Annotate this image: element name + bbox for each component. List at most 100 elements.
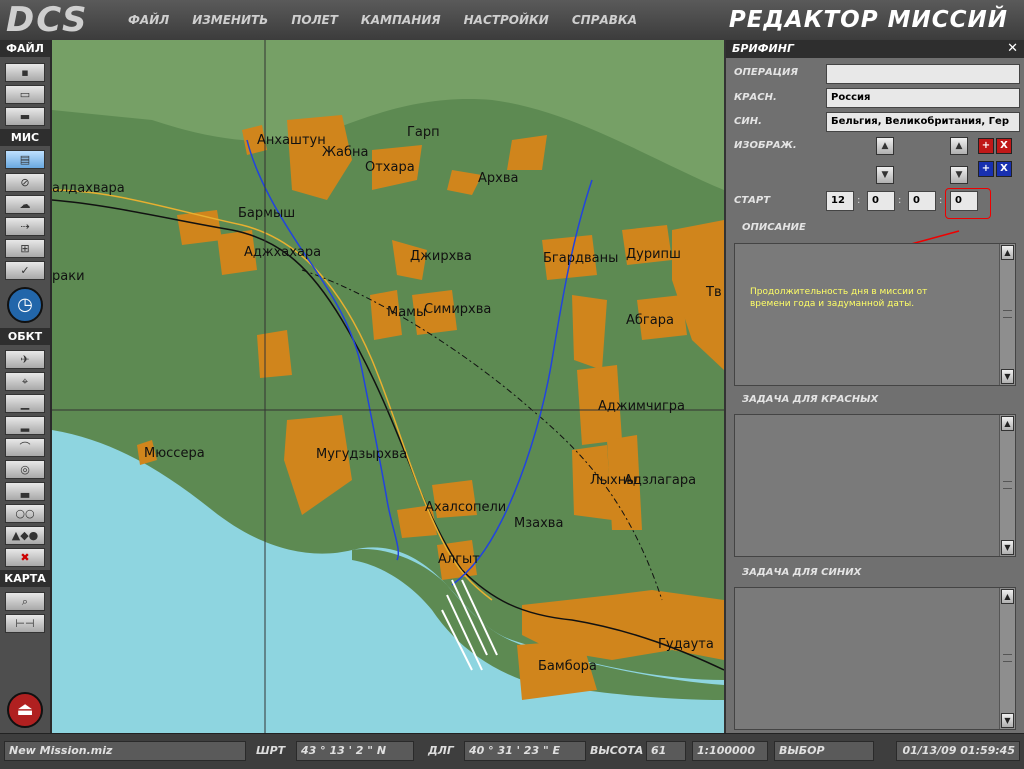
start-seconds-field[interactable]: 0 xyxy=(908,191,936,211)
shapes-icon[interactable]: ▲◆● xyxy=(5,526,45,545)
red-task-scrollbar[interactable]: ▲ ▼ xyxy=(999,415,1015,556)
highlight-box xyxy=(945,188,991,219)
file-section-header: ФАЙЛ xyxy=(0,40,50,57)
goals-icon[interactable]: ⊞ xyxy=(5,239,45,258)
blue-coalition-field[interactable]: Бельгия, Великобритания, Гер xyxy=(826,112,1020,132)
check-icon[interactable]: ✓ xyxy=(5,261,45,280)
add-red-image-button[interactable]: + xyxy=(978,138,994,154)
menu-settings[interactable]: НАСТРОЙКИ xyxy=(464,12,549,28)
zoom-icon[interactable]: ⌕ xyxy=(5,592,45,611)
red-coalition-label: КРАСН. xyxy=(734,92,777,103)
ship-icon[interactable]: ▁ xyxy=(5,394,45,413)
map-scale[interactable]: 1:100000 xyxy=(692,741,768,761)
image-blue-select-icon[interactable]: ▼ xyxy=(950,166,968,184)
scroll-down-icon[interactable]: ▼ xyxy=(1001,540,1014,555)
longitude-value: 40 ° 31 ' 23 " E xyxy=(464,741,586,761)
target-icon[interactable]: ◎ xyxy=(5,460,45,479)
mission-filename: New Mission.miz xyxy=(4,741,246,761)
blue-task-scrollbar[interactable]: ▲ ▼ xyxy=(999,588,1015,729)
map-label: Архва xyxy=(478,171,519,186)
operation-field[interactable] xyxy=(826,64,1020,84)
scroll-grip[interactable] xyxy=(1003,481,1012,489)
map-label: Джирхва xyxy=(410,249,472,264)
scroll-up-icon[interactable]: ▲ xyxy=(1001,589,1014,604)
main-menu: ФАЙЛ ИЗМЕНИТЬ ПОЛЕТ КАМПАНИЯ НАСТРОЙКИ С… xyxy=(128,12,660,28)
map-label: Мамы xyxy=(387,305,427,320)
description-scrollbar[interactable]: ▲ ▼ xyxy=(999,244,1015,385)
red-coalition-field[interactable]: Россия xyxy=(826,88,1020,108)
clock-icon[interactable]: ◷ xyxy=(7,287,43,323)
title-bar: DCS ФАЙЛ ИЗМЕНИТЬ ПОЛЕТ КАМПАНИЯ НАСТРОЙ… xyxy=(0,0,1024,41)
blue-coalition-label: СИН. xyxy=(734,116,762,127)
helicopter-icon[interactable]: ⌖ xyxy=(5,372,45,391)
red-task-label: ЗАДАЧА ДЛЯ КРАСНЫХ xyxy=(742,394,879,405)
exit-icon[interactable]: ⏏ xyxy=(7,692,43,728)
menu-file[interactable]: ФАЙЛ xyxy=(128,12,169,28)
group-icon[interactable]: ○○ xyxy=(5,504,45,523)
plane-icon[interactable]: ✈ xyxy=(5,350,45,369)
map-section-header: КАРТА xyxy=(0,570,50,587)
add-blue-image-button[interactable]: + xyxy=(978,161,994,177)
scroll-grip[interactable] xyxy=(1003,654,1012,662)
map-canvas xyxy=(52,40,724,733)
map-label: Бгардваны xyxy=(543,251,619,266)
start-minutes-field[interactable]: 0 xyxy=(867,191,895,211)
close-icon[interactable]: ✕ xyxy=(1007,40,1018,58)
scroll-down-icon[interactable]: ▼ xyxy=(1001,713,1014,728)
red-task-textarea[interactable]: ▲ ▼ xyxy=(734,414,1016,557)
map-label: Ахалсопели xyxy=(425,500,507,515)
altitude-label: ВЫСОТА xyxy=(590,744,644,757)
briefing-title: БРИФИНГ xyxy=(726,40,1024,58)
latitude-label: ШРТ xyxy=(256,744,286,757)
remove-blue-image-button[interactable]: X xyxy=(996,161,1012,177)
map-label: Бармыш xyxy=(238,206,296,221)
save-icon[interactable]: ▬ xyxy=(5,107,45,126)
latitude-value: 43 ° 13 ' 2 " N xyxy=(296,741,414,761)
static-object-icon[interactable]: ▃ xyxy=(5,482,45,501)
menu-campaign[interactable]: КАМПАНИЯ xyxy=(361,12,441,28)
map-label: Гарп xyxy=(407,125,440,140)
scroll-up-icon[interactable]: ▲ xyxy=(1001,416,1014,431)
image-blue-down-icon[interactable]: ▼ xyxy=(876,166,894,184)
time-separator: : xyxy=(857,195,861,206)
image-red-select-icon[interactable]: ▲ xyxy=(950,137,968,155)
map-label: Мюссера xyxy=(144,446,205,461)
map-label: Тв xyxy=(706,285,722,300)
app-title: РЕДАКТОР МИССИЙ xyxy=(728,7,1008,33)
failures-icon[interactable]: ⊘ xyxy=(5,173,45,192)
scroll-down-icon[interactable]: ▼ xyxy=(1001,369,1014,384)
map-label: Адзлагара xyxy=(624,473,697,488)
ruler-icon[interactable]: ⊢⊣ xyxy=(5,614,45,633)
briefing-icon[interactable]: ▤ xyxy=(5,150,45,169)
open-folder-icon[interactable]: ▭ xyxy=(5,85,45,104)
triggers-icon[interactable]: ⇢ xyxy=(5,217,45,236)
description-textarea[interactable]: ▲ ▼ xyxy=(734,243,1016,386)
menu-help[interactable]: СПРАВКА xyxy=(572,12,637,28)
scroll-grip[interactable] xyxy=(1003,310,1012,318)
map-label: Аджхахара xyxy=(244,245,322,260)
map-label: Анхаштун xyxy=(257,133,326,148)
map-label: Абгара xyxy=(626,313,674,328)
map-view[interactable]: Анхаштун Гарп Жабна Отхара Архва алдахва… xyxy=(52,40,724,733)
map-label: Дурипш xyxy=(626,247,681,262)
vehicle-icon[interactable]: ▂ xyxy=(5,416,45,435)
menu-edit[interactable]: ИЗМЕНИТЬ xyxy=(192,12,268,28)
map-label: Жабна xyxy=(322,145,369,160)
scroll-up-icon[interactable]: ▲ xyxy=(1001,245,1014,260)
map-label: алдахвара xyxy=(52,181,125,196)
menu-flight[interactable]: ПОЛЕТ xyxy=(291,12,338,28)
image-label: ИЗОБРАЖ. xyxy=(734,140,797,151)
map-label: Алгыт xyxy=(438,552,480,567)
mission-section-header: МИС xyxy=(0,129,50,146)
weather-icon[interactable]: ☁ xyxy=(5,195,45,214)
blue-task-textarea[interactable]: ▲ ▼ xyxy=(734,587,1016,730)
left-toolbar: ФАЙЛ ▪ ▭ ▬ МИС ▤ ⊘ ☁ ⇢ ⊞ ✓ ◷ ОБКТ ✈ ⌖ ▁ … xyxy=(0,40,52,733)
description-label: ОПИСАНИЕ xyxy=(742,222,806,233)
delete-icon[interactable]: ✖ xyxy=(5,548,45,567)
start-hours-field[interactable]: 12 xyxy=(826,191,854,211)
dcs-logo: DCS xyxy=(6,0,89,40)
bridge-icon[interactable]: ⌒ xyxy=(5,438,45,457)
remove-red-image-button[interactable]: X xyxy=(996,138,1012,154)
image-red-up-icon[interactable]: ▲ xyxy=(876,137,894,155)
new-file-icon[interactable]: ▪ xyxy=(5,63,45,82)
